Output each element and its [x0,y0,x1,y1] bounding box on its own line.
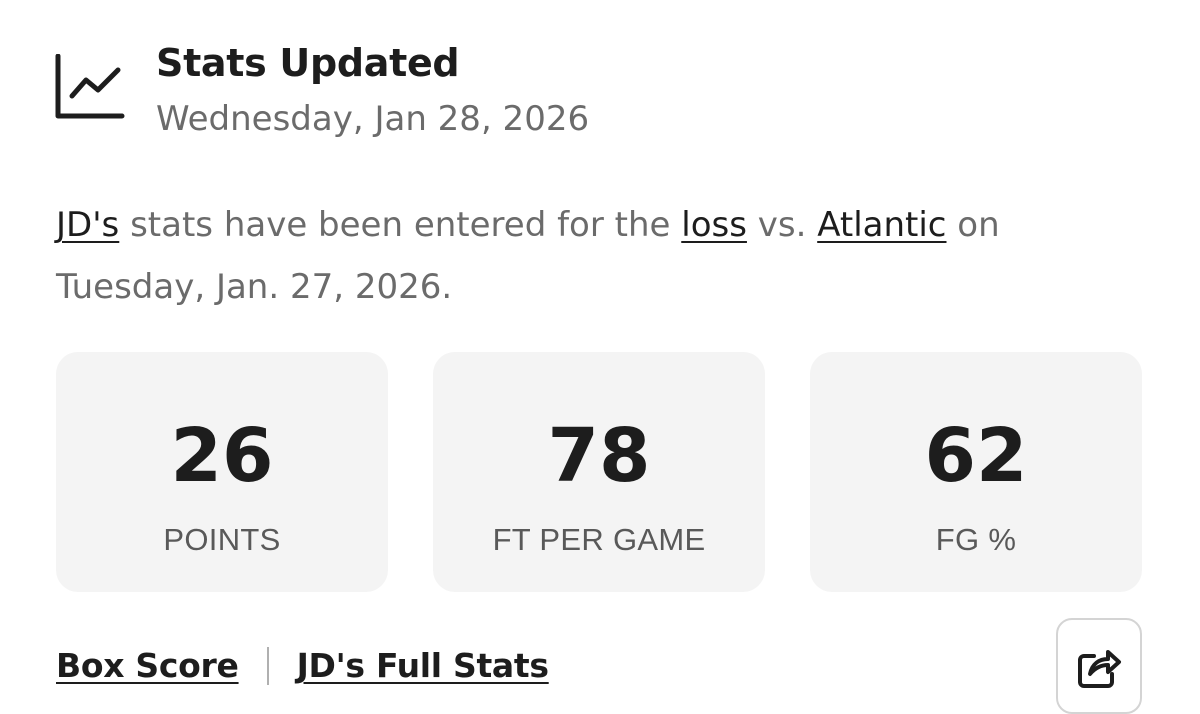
share-button[interactable] [1056,618,1142,714]
notification-header: Stats Updated Wednesday, Jan 28, 2026 [54,40,589,141]
notification-date: Wednesday, Jan 28, 2026 [156,99,590,139]
share-icon [1078,650,1121,688]
stat-card-fg-percent: 62 FG % [810,352,1142,592]
game-result-link[interactable]: loss [681,205,747,245]
line-chart-icon [55,54,125,119]
notification-message: JD's stats have been entered for the los… [56,194,1156,318]
stat-value: 62 [924,413,1028,499]
stat-label: FG % [935,522,1017,557]
stat-value: 78 [547,413,651,499]
opponent-link[interactable]: Atlantic [817,205,946,245]
stat-label: FT PER GAME [492,522,706,557]
stat-value: 26 [170,413,274,499]
stat-card-ft-per-game: 78 FT PER GAME [433,352,765,592]
stat-label: POINTS [163,522,281,557]
header-text: Stats Updated Wednesday, Jan 28, 2026 [156,40,589,141]
message-text-1: stats have been entered for the [119,205,682,245]
stat-card-points: 26 POINTS [56,352,388,592]
full-stats-link[interactable]: JD's Full Stats [297,644,549,688]
footer-divider [266,647,269,685]
footer-links: Box Score JD's Full Stats [56,644,549,688]
message-text-2: vs. [746,205,818,245]
stats-row: 26 POINTS 78 FT PER GAME 62 FG % [56,352,1142,592]
box-score-link[interactable]: Box Score [56,644,239,688]
player-link[interactable]: JD's [56,205,119,245]
notification-title: Stats Updated [156,41,460,85]
